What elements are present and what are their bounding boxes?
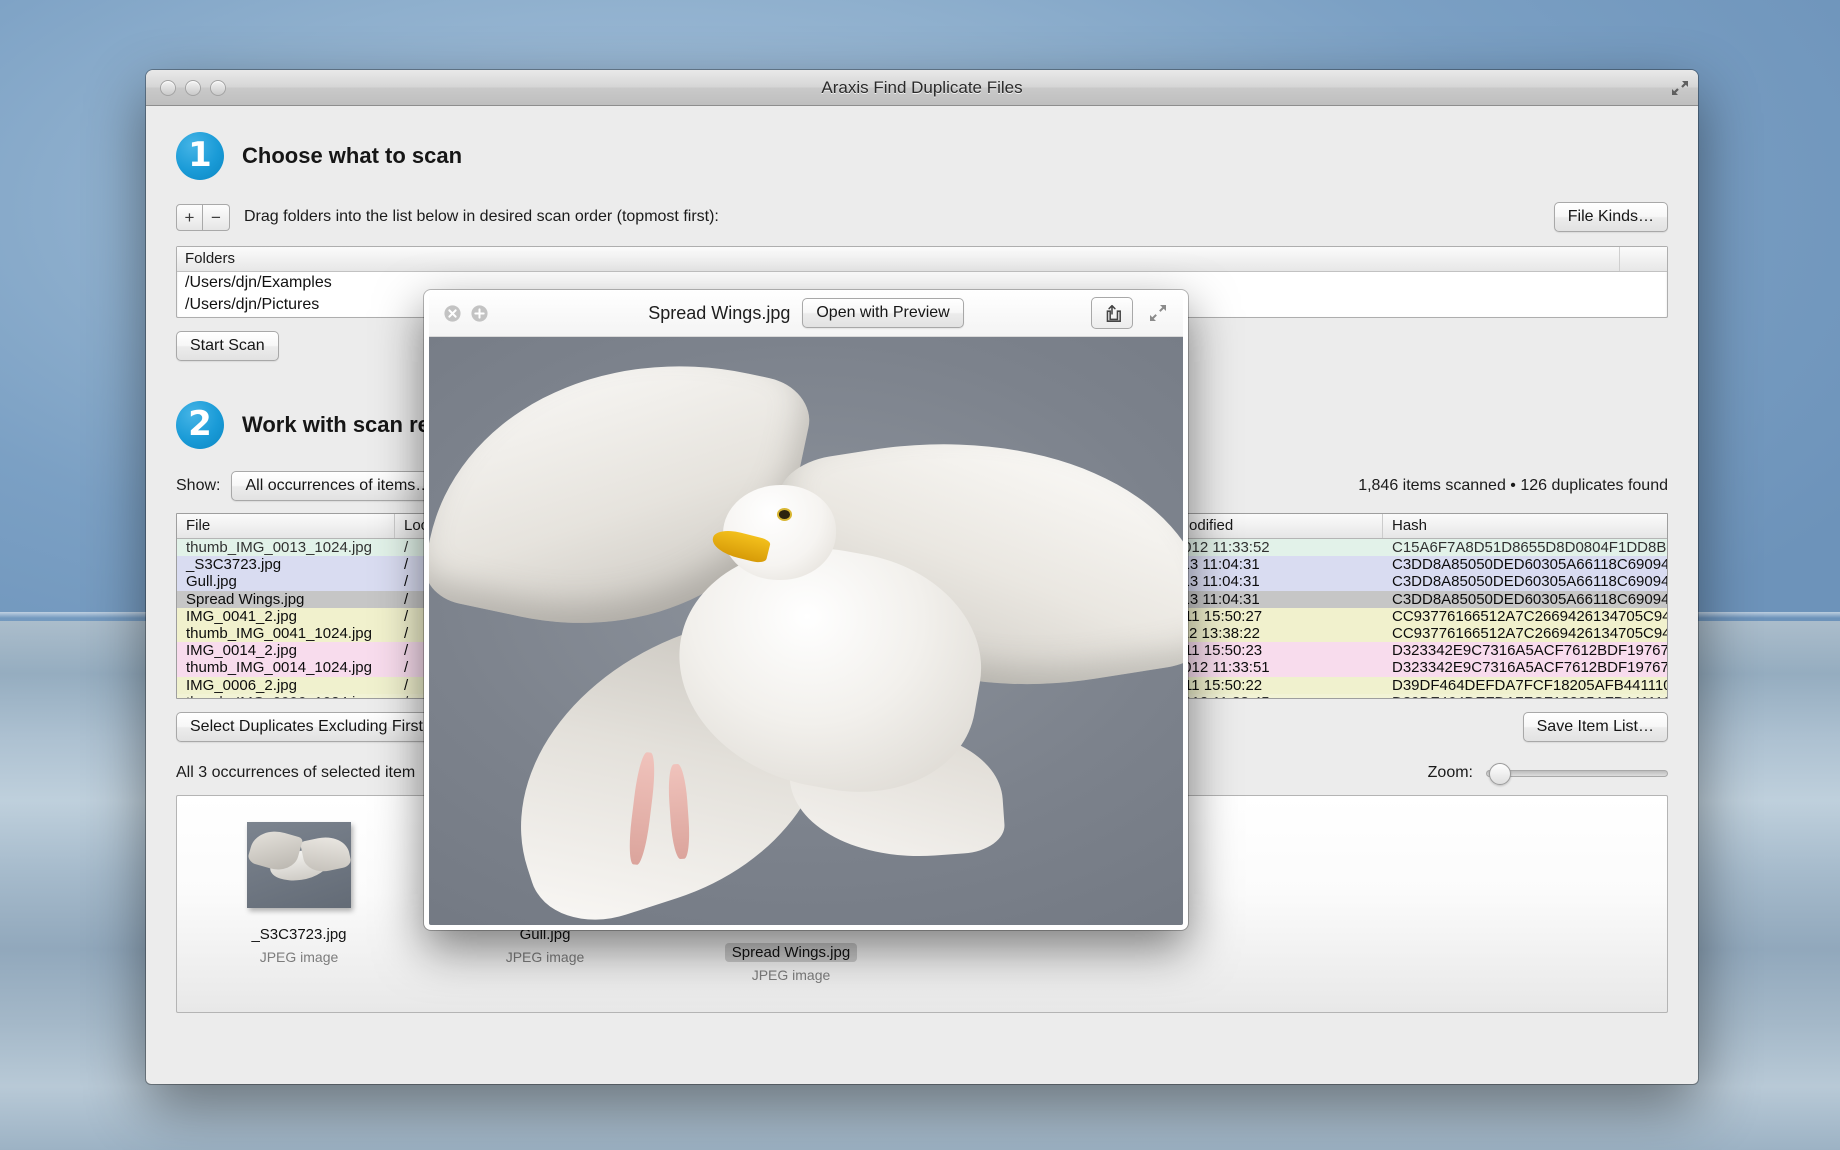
select-duplicates-button[interactable]: Select Duplicates Excluding First… [176,712,453,742]
occurrences-label: All 3 occurrences of selected item [176,764,415,782]
seagull-thumb-wing [300,833,351,876]
zoom-slider-group[interactable]: Zoom: [1428,764,1668,782]
quicklook-image-seagull [429,337,1183,930]
thumbnail-image-seagull [247,822,351,908]
cell-hash: D39DF464DEFDA7FCF18205AFB4411106AEDE [1383,694,1667,699]
cell-file: IMG_0006_2.jpg [177,677,395,694]
cell-file: thumb_IMG_0041_1024.jpg [177,625,395,642]
close-icon[interactable] [443,304,462,323]
column-header-file[interactable]: File [177,514,395,538]
quicklook-left-buttons[interactable] [443,304,489,323]
open-with-preview-button[interactable]: Open with Preview [802,298,963,328]
resize-arrows-icon[interactable] [1670,78,1690,98]
step-1-badge: 1 [176,132,224,180]
cell-hash: D39DF464DEFDA7FCF18205AFB4411106AEDE [1383,677,1667,694]
add-icon[interactable] [470,304,489,323]
cell-file: thumb_IMG_0014_1024.jpg [177,659,395,676]
scan-status-label: 1,846 items scanned • 126 duplicates fou… [1358,477,1668,495]
show-label: Show: [176,477,220,495]
cell-file: thumb_IMG_0006_1024.jpg [177,694,395,699]
thumbnail-kind: JPEG image [715,967,867,983]
cell-hash: D323342E9C7316A5ACF7612BDF1976799D2C [1383,659,1667,676]
folders-column-header: Folders [177,247,1619,271]
cell-file: _S3C3723.jpg [177,556,395,573]
cell-hash: D323342E9C7316A5ACF7612BDF1976799D2C [1383,642,1667,659]
step-1-title: Choose what to scan [242,143,462,169]
quicklook-right-buttons[interactable] [1091,297,1169,329]
quicklook-window: Spread Wings.jpg Open with Preview [424,290,1188,930]
seagull-illustration [429,337,1183,930]
thumbnail-frame [223,822,375,908]
zoom-slider-knob[interactable] [1489,763,1511,785]
step-1-header: 1 Choose what to scan [176,132,1668,180]
step-2-badge: 2 [176,401,224,449]
cell-file: Gull.jpg [177,573,395,590]
thumbnail-kind: JPEG image [469,949,621,965]
seagull-thumb-illustration [247,822,351,908]
cell-hash: CC93776166512A7C2669426134705C948D0F [1383,608,1667,625]
cell-hash: C15A6F7A8D51D8655D8D0804F1DD8BD19ED [1383,539,1667,556]
thumbnail-item[interactable]: _S3C3723.jpg JPEG image [223,822,375,965]
show-filter-value: All occurrences of items… [245,477,431,494]
folder-toolbar: + − Drag folders into the list below in … [176,202,1668,232]
cell-hash: CC93776166512A7C2669426134705C948D0F [1383,625,1667,642]
cell-file: Spread Wings.jpg [177,591,395,608]
remove-folder-button[interactable]: − [203,204,230,231]
folders-column-spacer [1619,247,1667,271]
thumbnail-filename: Spread Wings.jpg [725,943,857,962]
file-kinds-button[interactable]: File Kinds… [1554,202,1668,232]
quicklook-toolbar: Spread Wings.jpg Open with Preview [429,290,1183,337]
window-titlebar[interactable]: Araxis Find Duplicate Files [146,70,1698,106]
column-header-hash[interactable]: Hash [1383,514,1667,538]
seagull-eye [779,510,790,519]
folder-add-remove-group[interactable]: + − [176,204,230,231]
zoom-slider-track[interactable] [1486,770,1668,777]
start-scan-button[interactable]: Start Scan [176,331,279,361]
quicklook-filename: Spread Wings.jpg [648,303,790,324]
thumbnail-filename: _S3C3723.jpg [244,925,353,944]
cell-file: thumb_IMG_0013_1024.jpg [177,539,395,556]
cell-hash: C3DD8A85050DED60305A66118C690947F05I [1383,591,1667,608]
folders-list-header: Folders [177,247,1667,272]
quicklook-center-group: Spread Wings.jpg Open with Preview [429,298,1183,328]
fullscreen-icon[interactable] [1147,302,1169,324]
cell-hash: C3DD8A85050DED60305A66118C690947F05I [1383,573,1667,590]
save-item-list-button[interactable]: Save Item List… [1523,712,1668,742]
thumbnail-kind: JPEG image [223,949,375,965]
add-folder-button[interactable]: + [176,204,203,231]
folder-hint-label: Drag folders into the list below in desi… [244,208,719,226]
cell-file: IMG_0014_2.jpg [177,642,395,659]
window-title: Araxis Find Duplicate Files [146,78,1698,98]
cell-hash: C3DD8A85050DED60305A66118C690947F05I [1383,556,1667,573]
cell-file: IMG_0041_2.jpg [177,608,395,625]
zoom-label: Zoom: [1428,764,1473,782]
share-icon[interactable] [1091,297,1133,329]
